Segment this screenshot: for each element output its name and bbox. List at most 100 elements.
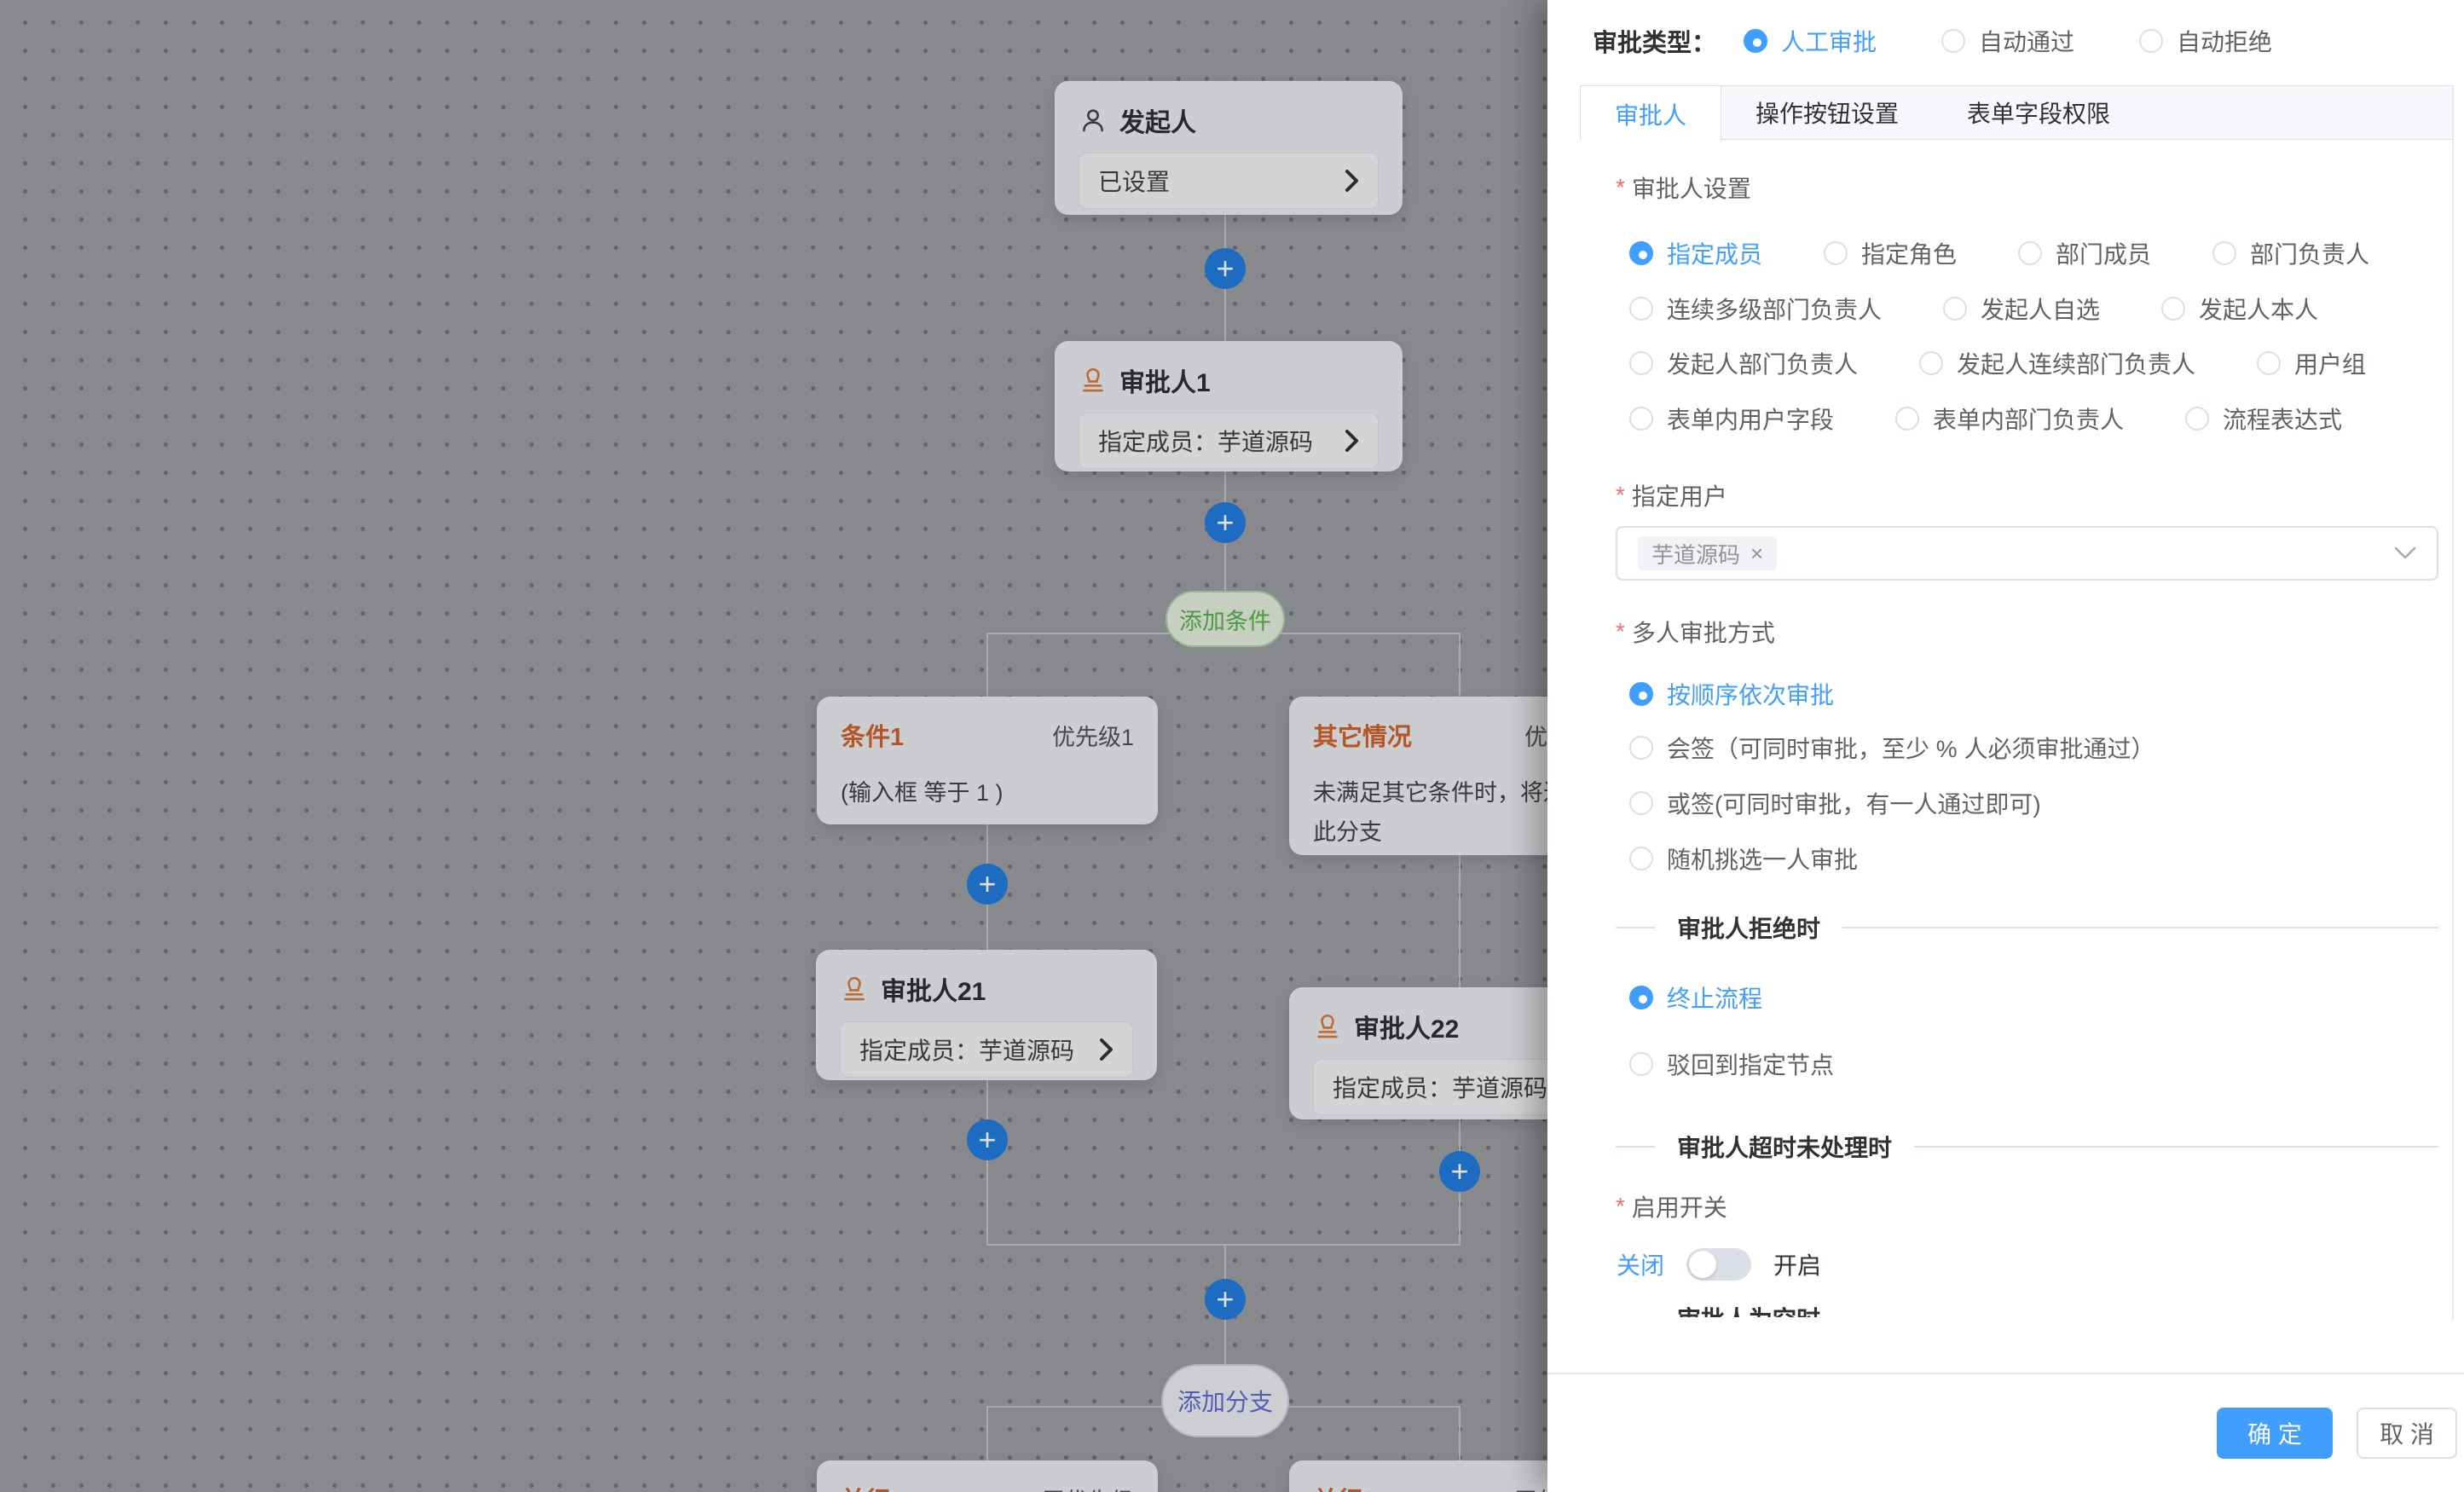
node-summary[interactable]: 指定成员：芋道源码 — [1079, 413, 1379, 469]
user-tag: 芋道源码 × — [1638, 536, 1777, 570]
radio-dept-member[interactable]: 部门成员 — [2018, 236, 2151, 270]
radio-icon — [1629, 297, 1653, 321]
radio-terminate-process[interactable]: 终止流程 — [1629, 980, 2438, 1015]
radio-icon — [1824, 241, 1848, 265]
radio-initiator-dept-leader[interactable]: 发起人部门负责人 — [1629, 346, 1858, 380]
condition-priority: 优先级1 — [1052, 719, 1134, 752]
empty-section-divider: 审批人为空时 — [1616, 1301, 2438, 1317]
connector-line — [1459, 1406, 1460, 1462]
add-node-button[interactable]: + — [967, 1119, 1008, 1160]
radio-initiator-select[interactable]: 发起人自选 — [1943, 292, 2100, 326]
node-approver21[interactable]: 审批人21 指定成员：芋道源码 — [816, 950, 1157, 1080]
node-parallel1[interactable]: 并行1 无优先级 — [817, 1460, 1158, 1492]
tab-approver[interactable]: 审批人 — [1581, 86, 1721, 142]
node-summary[interactable]: 已设置 — [1079, 153, 1379, 209]
approver-settings-drawer: 审批类型： 人工审批 自动通过 自动拒绝 审批人 操作按钮设置 — [1547, 0, 2464, 1492]
radio-icon — [1629, 241, 1653, 265]
connector-line — [986, 1406, 988, 1462]
radio-icon — [2139, 29, 2163, 53]
switch-on-label: 开启 — [1773, 1247, 1821, 1281]
assign-user-label: * 指定用户 — [1616, 478, 2433, 512]
add-node-button[interactable]: + — [1205, 248, 1246, 289]
radio-icon — [1943, 297, 1967, 321]
radio-auto-reject[interactable]: 自动拒绝 — [2139, 24, 2272, 58]
node-summary[interactable]: 指定成员：芋道源码 — [840, 1021, 1133, 1078]
confirm-button[interactable]: 确 定 — [2217, 1408, 2333, 1459]
tab-form-field-permission[interactable]: 表单字段权限 — [1933, 86, 2144, 139]
workflow-designer-screen: 发起人 已设置 审批人1 — [0, 0, 2464, 1492]
toggle-knob — [1689, 1251, 1716, 1278]
add-node-button[interactable]: + — [1205, 1279, 1246, 1320]
radio-multi-level-dept-leader[interactable]: 连续多级部门负责人 — [1629, 292, 1882, 326]
divider-line — [1616, 927, 1655, 928]
approver-tab-content: * 审批人设置 指定成员 指定角色 部门成员 部门负责人 — [1580, 139, 2438, 1317]
radio-icon — [1629, 351, 1653, 375]
node-approver1[interactable]: 审批人1 指定成员：芋道源码 — [1055, 341, 1403, 471]
enable-switch-label: * 启用开关 — [1616, 1189, 2433, 1223]
node-title-text: 审批人22 — [1354, 1008, 1459, 1045]
condition-title: 条件1 — [841, 717, 904, 753]
node-title-text: 审批人21 — [881, 970, 986, 1008]
add-condition-button[interactable]: 添加条件 — [1165, 591, 1285, 647]
add-node-button[interactable]: + — [1205, 502, 1246, 543]
radio-sequential-approve[interactable]: 按顺序依次审批 — [1629, 677, 2438, 711]
radio-process-expression[interactable]: 流程表达式 — [2185, 402, 2342, 436]
condition-title: 其它情况 — [1313, 717, 1412, 753]
stamp-icon — [840, 974, 869, 1003]
approver-setting-label: * 审批人设置 — [1616, 171, 2433, 205]
node-title-text: 发起人 — [1119, 101, 1196, 139]
radio-icon — [2185, 407, 2209, 431]
radio-form-user-field[interactable]: 表单内用户字段 — [1629, 402, 1834, 436]
condition-priority: 无优先级 — [1042, 1483, 1134, 1492]
approver-setting-row4: 表单内用户字段 表单内部门负责人 流程表达式 — [1629, 402, 2438, 436]
node-initiator[interactable]: 发起人 已设置 — [1055, 81, 1403, 215]
radio-designated-role[interactable]: 指定角色 — [1824, 236, 1957, 270]
radio-icon — [1629, 986, 1653, 1009]
radio-user-group[interactable]: 用户组 — [2257, 346, 2366, 380]
radio-orsign[interactable]: 或签(可同时审批，有一人通过即可) — [1629, 786, 2438, 820]
condition-title: 并行2 — [1313, 1481, 1376, 1492]
cancel-button[interactable]: 取 消 — [2357, 1408, 2457, 1459]
tab-button-settings[interactable]: 操作按钮设置 — [1721, 86, 1933, 139]
enable-toggle[interactable] — [1686, 1248, 1751, 1281]
radio-icon — [1629, 736, 1653, 760]
user-icon — [1079, 106, 1108, 135]
assign-user-select[interactable]: 芋道源码 × — [1616, 526, 2438, 581]
reject-section-divider: 审批人拒绝时 — [1616, 911, 2438, 945]
radio-auto-pass[interactable]: 自动通过 — [1941, 24, 2074, 58]
radio-countersign[interactable]: 会签（可同时审批，至少 % 人必须审批通过） — [1629, 731, 2438, 765]
radio-icon — [1895, 407, 1919, 431]
radio-icon — [1629, 847, 1653, 870]
approval-type-row: 审批类型： 人工审批 自动通过 自动拒绝 — [1593, 0, 2447, 81]
approver-setting-row2: 连续多级部门负责人 发起人自选 发起人本人 — [1629, 292, 2438, 326]
divider-line — [1616, 1146, 1655, 1148]
node-condition1[interactable]: 条件1 优先级1 (输入框 等于 1 ) — [817, 697, 1158, 824]
connector-line — [986, 1244, 1460, 1246]
tag-close-icon[interactable]: × — [1750, 542, 1763, 564]
scrollbar-track[interactable] — [2452, 85, 2454, 1320]
radio-dept-leader[interactable]: 部门负责人 — [2212, 236, 2369, 270]
radio-icon — [1744, 29, 1767, 53]
radio-initiator-self[interactable]: 发起人本人 — [2161, 292, 2318, 326]
radio-return-to-node[interactable]: 驳回到指定节点 — [1629, 1047, 2438, 1081]
radio-manual-approve[interactable]: 人工审批 — [1744, 24, 1877, 58]
timeout-switch-row: 关闭 开启 — [1617, 1247, 1821, 1281]
radio-random-one[interactable]: 随机挑选一人审批 — [1629, 841, 2438, 876]
connector-line — [1459, 633, 1460, 698]
radio-icon — [2257, 351, 2281, 375]
divider-line — [1842, 927, 2438, 928]
radio-icon — [1919, 351, 1943, 375]
radio-designated-member[interactable]: 指定成员 — [1629, 236, 1762, 270]
settings-tabs: 审批人 操作按钮设置 表单字段权限 — [1580, 85, 2454, 140]
radio-icon — [2018, 241, 2042, 265]
required-mark: * — [1616, 478, 1625, 507]
connector-line — [1459, 855, 1460, 989]
radio-form-dept-leader[interactable]: 表单内部门负责人 — [1895, 402, 2124, 436]
add-branch-button[interactable]: 添加分支 — [1161, 1364, 1289, 1437]
drawer-footer: 确 定 取 消 — [1547, 1373, 2464, 1492]
timeout-section-divider: 审批人超时未处理时 — [1616, 1130, 2438, 1164]
add-node-button[interactable]: + — [1439, 1151, 1480, 1192]
add-node-button[interactable]: + — [967, 864, 1008, 905]
radio-initiator-multi-dept-leader[interactable]: 发起人连续部门负责人 — [1919, 346, 2195, 380]
connector-line — [986, 1080, 988, 1246]
